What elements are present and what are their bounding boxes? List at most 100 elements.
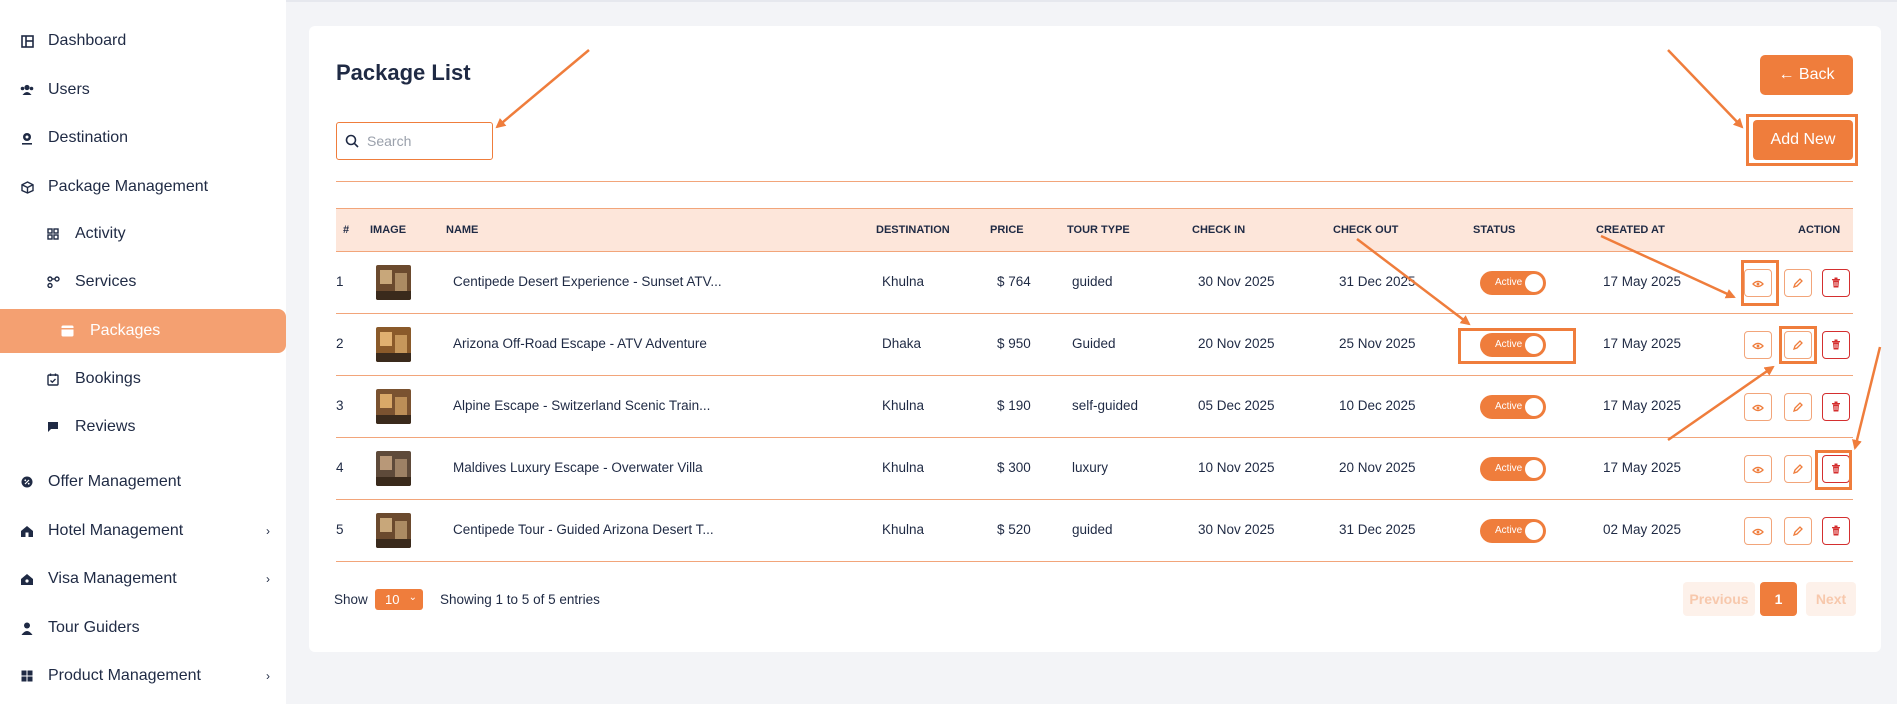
column-header: DESTINATION	[876, 224, 950, 236]
package-price: $ 300	[997, 460, 1031, 475]
pencil-icon	[1792, 276, 1803, 291]
back-button[interactable]: ← Back	[1760, 55, 1853, 95]
column-header: CREATED AT	[1596, 224, 1665, 236]
view-button[interactable]	[1744, 517, 1772, 545]
sidebar-item-label: Bookings	[75, 370, 141, 387]
guide-icon	[20, 621, 34, 635]
sidebar-item-activity[interactable]: Activity	[0, 212, 286, 256]
column-header: CHECK IN	[1192, 224, 1246, 236]
package-tour-type: luxury	[1072, 460, 1109, 475]
sidebar-item-users[interactable]: Users	[0, 68, 286, 112]
users-icon	[20, 83, 34, 97]
status-label: Active	[1495, 525, 1523, 536]
table-row: 4 Maldives Luxury Escape - Overwater Vill…	[336, 438, 1853, 500]
sidebar-item-product-management[interactable]: Product Management ›	[0, 654, 286, 698]
package-price: $ 764	[997, 274, 1031, 289]
package-destination: Khulna	[882, 274, 925, 289]
package-created-at: 02 May 2025	[1603, 522, 1682, 537]
sidebar-item-visa-management[interactable]: Visa Management ›	[0, 557, 286, 601]
trash-icon	[1831, 524, 1841, 539]
sidebar-item-offer-management[interactable]: Offer Management	[0, 460, 286, 504]
view-button[interactable]	[1744, 393, 1772, 421]
status-toggle[interactable]: Active	[1480, 457, 1546, 481]
delete-button[interactable]	[1822, 517, 1850, 545]
package-created-at: 17 May 2025	[1603, 336, 1682, 351]
package-created-at: 17 May 2025	[1603, 460, 1682, 475]
sidebar-item-destination[interactable]: Destination	[0, 116, 286, 160]
package-thumbnail	[376, 513, 411, 548]
calendar-check-icon	[46, 372, 60, 386]
package-thumbnail	[376, 389, 411, 424]
sidebar-item-bookings[interactable]: Bookings	[0, 357, 286, 401]
package-created-at: 17 May 2025	[1603, 274, 1682, 289]
sidebar-item-label: Visa Management	[48, 570, 177, 587]
edit-button[interactable]	[1784, 455, 1812, 483]
status-toggle[interactable]: Active	[1480, 271, 1546, 295]
delete-button[interactable]	[1822, 393, 1850, 421]
status-label: Active	[1495, 401, 1523, 412]
row-number: 3	[336, 398, 344, 413]
package-check-out: 31 Dec 2025	[1339, 522, 1416, 537]
view-button[interactable]	[1744, 331, 1772, 359]
highlight-box	[1779, 326, 1817, 364]
map-pin-icon	[20, 131, 34, 145]
next-page-button[interactable]: Next	[1806, 582, 1856, 616]
toggle-knob	[1525, 522, 1543, 540]
view-button[interactable]	[1744, 455, 1772, 483]
dashboard-icon	[20, 34, 34, 48]
trash-icon	[1831, 400, 1841, 415]
pencil-icon	[1792, 524, 1803, 539]
page-title: Package List	[336, 60, 471, 85]
chevron-down-icon: ⌄	[408, 592, 417, 603]
package-destination: Dhaka	[882, 336, 922, 351]
delete-button[interactable]	[1822, 269, 1850, 297]
package-tour-type: guided	[1072, 522, 1113, 537]
edit-button[interactable]	[1784, 517, 1812, 545]
column-header: IMAGE	[370, 224, 407, 236]
search-box[interactable]	[336, 122, 493, 160]
chevron-right-icon: ›	[266, 524, 270, 538]
grid-icon	[46, 227, 60, 241]
page-number-button[interactable]: 1	[1760, 582, 1797, 616]
sidebar-item-dashboard[interactable]: Dashboard	[0, 19, 286, 63]
edit-button[interactable]	[1784, 393, 1812, 421]
sidebar-item-label: Product Management	[48, 667, 201, 684]
package-thumbnail	[376, 327, 411, 362]
sidebar-item-label: Packages	[90, 322, 161, 339]
status-toggle[interactable]: Active	[1480, 395, 1546, 419]
package-destination: Khulna	[882, 398, 925, 413]
column-header: CHECK OUT	[1333, 224, 1399, 236]
sidebar-item-label: Activity	[75, 225, 126, 242]
package-name: Alpine Escape - Switzerland Scenic Train…	[453, 398, 711, 413]
highlight-box	[1458, 328, 1576, 364]
chevron-right-icon: ›	[266, 572, 270, 586]
package-check-in: 30 Nov 2025	[1198, 274, 1275, 289]
package-tour-type: self-guided	[1072, 398, 1139, 413]
sidebar-item-services[interactable]: Services	[0, 260, 286, 304]
package-check-out: 10 Dec 2025	[1339, 398, 1416, 413]
chat-icon	[46, 420, 60, 434]
package-check-in: 20 Nov 2025	[1198, 336, 1275, 351]
row-number: 4	[336, 460, 344, 475]
column-header: #	[343, 224, 350, 236]
sidebar-item-hotel-management[interactable]: Hotel Management ›	[0, 509, 286, 553]
sidebar-item-package-management[interactable]: Package Management	[0, 165, 286, 209]
pencil-icon	[1792, 400, 1803, 415]
sidebar-item-packages[interactable]: Packages	[0, 309, 286, 353]
services-icon	[46, 275, 60, 289]
page-size-value: 10	[385, 592, 400, 607]
badge-icon	[20, 475, 34, 489]
edit-button[interactable]	[1784, 269, 1812, 297]
hotel-icon	[20, 524, 34, 538]
sidebar-item-reviews[interactable]: Reviews	[0, 405, 286, 449]
package-name: Arizona Off-Road Escape - ATV Adventure	[453, 336, 707, 351]
top-border	[286, 0, 1897, 2]
previous-page-button[interactable]: Previous	[1683, 582, 1755, 616]
sidebar-item-tour-guiders[interactable]: Tour Guiders	[0, 606, 286, 650]
page-size-select[interactable]: 10 ⌄	[375, 589, 423, 610]
row-number: 2	[336, 336, 344, 351]
status-toggle[interactable]: Active	[1480, 519, 1546, 543]
package-check-in: 05 Dec 2025	[1198, 398, 1275, 413]
delete-button[interactable]	[1822, 331, 1850, 359]
search-input[interactable]	[367, 133, 487, 149]
